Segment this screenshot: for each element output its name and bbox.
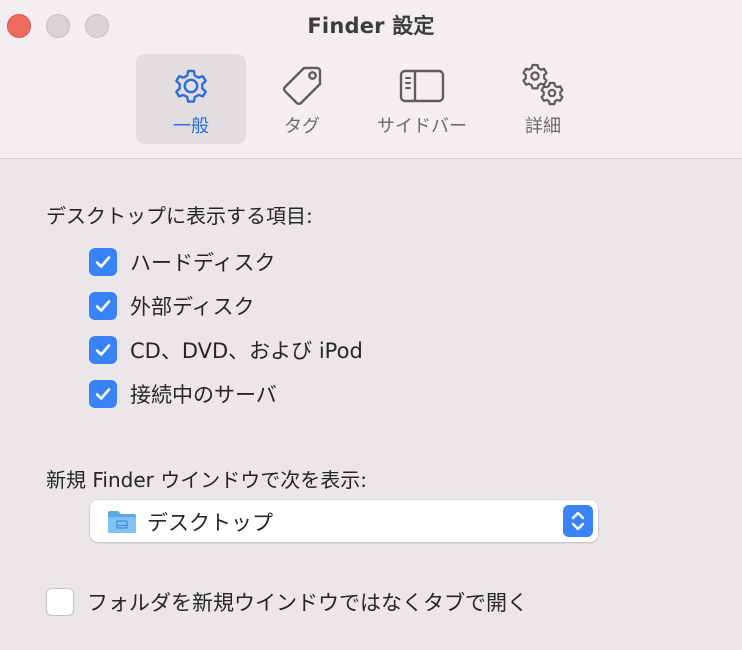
- tab-label: サイドバー: [377, 116, 467, 137]
- checkbox-checked[interactable]: [89, 248, 117, 276]
- gear-icon: [175, 69, 207, 103]
- checkbox-label: フォルダを新規ウインドウではなくタブで開く: [87, 591, 528, 615]
- checkbox-label: 接続中のサーバ: [130, 383, 277, 407]
- tag-icon: [282, 66, 322, 106]
- tab-general[interactable]: 一般: [136, 54, 246, 144]
- popup-stepper[interactable]: [563, 505, 593, 537]
- tab-label: 一般: [173, 116, 209, 137]
- checkbox-label: 外部ディスク: [130, 295, 255, 319]
- desktop-items-label: デスクトップに表示する項目:: [46, 204, 313, 228]
- sidebar-icon: [399, 69, 445, 103]
- checkbox-hard-disks[interactable]: ハードディスク: [89, 246, 276, 278]
- tab-sidebar[interactable]: サイドバー: [367, 54, 477, 144]
- checkmark-icon: [95, 344, 111, 356]
- checkmark-icon: [95, 256, 111, 268]
- tab-label: タグ: [284, 116, 320, 137]
- checkbox-cds-dvds-ipods[interactable]: CD、DVD、および iPod: [89, 334, 363, 366]
- finder-settings-window: Finder 設定 一般 タグ サイドバー 詳細 デスクトップに表示する項目: …: [0, 0, 742, 650]
- window-title: Finder 設定: [307, 14, 435, 38]
- popup-selected-value: デスクトップ: [147, 511, 273, 535]
- checkbox-connected-servers[interactable]: 接続中のサーバ: [89, 378, 277, 410]
- checkmark-icon: [95, 388, 111, 400]
- checkbox-checked[interactable]: [89, 380, 117, 408]
- folder-icon: [108, 511, 136, 533]
- checkbox-label: ハードディスク: [130, 251, 276, 275]
- up-down-chevron-icon: [571, 511, 585, 531]
- tab-tags[interactable]: タグ: [247, 54, 357, 144]
- checkmark-icon: [95, 300, 111, 312]
- checkbox-checked[interactable]: [89, 336, 117, 364]
- tab-advanced[interactable]: 詳細: [488, 54, 598, 144]
- new-window-label: 新規 Finder ウインドウで次を表示:: [46, 468, 367, 492]
- checkbox-open-in-tabs[interactable]: フォルダを新規ウインドウではなくタブで開く: [46, 586, 528, 618]
- checkbox-external-disks[interactable]: 外部ディスク: [89, 290, 255, 322]
- gears-icon: [522, 63, 564, 106]
- checkbox-unchecked[interactable]: [46, 588, 74, 616]
- checkbox-label: CD、DVD、および iPod: [130, 339, 363, 363]
- new-window-popup[interactable]: デスクトップ: [90, 500, 598, 542]
- checkbox-checked[interactable]: [89, 292, 117, 320]
- tab-label: 詳細: [525, 116, 561, 137]
- toolbar: Finder 設定 一般 タグ サイドバー 詳細: [0, 0, 742, 159]
